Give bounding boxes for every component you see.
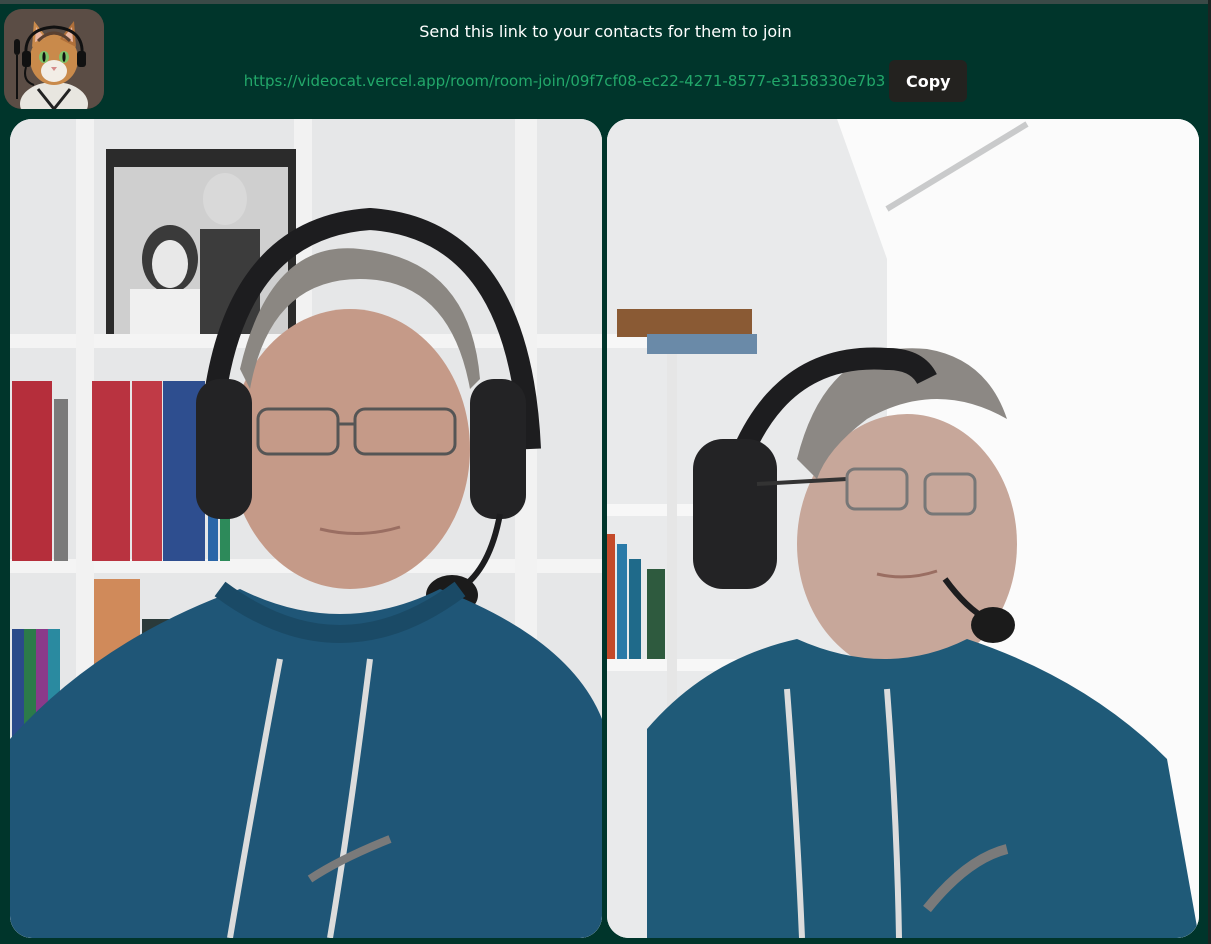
- video-feed-icon: [10, 119, 602, 938]
- invite-instruction-text: Send this link to your contacts for them…: [419, 22, 792, 41]
- room-link[interactable]: https://videocat.vercel.app/room/room-jo…: [244, 72, 886, 90]
- video-feed-icon: [607, 119, 1199, 938]
- invite-link-row: https://videocat.vercel.app/room/room-jo…: [0, 60, 1211, 102]
- copy-button[interactable]: Copy: [889, 60, 968, 102]
- remote-video-tile: [607, 119, 1199, 938]
- local-video-tile: [10, 119, 602, 938]
- window-top-border: [0, 0, 1211, 4]
